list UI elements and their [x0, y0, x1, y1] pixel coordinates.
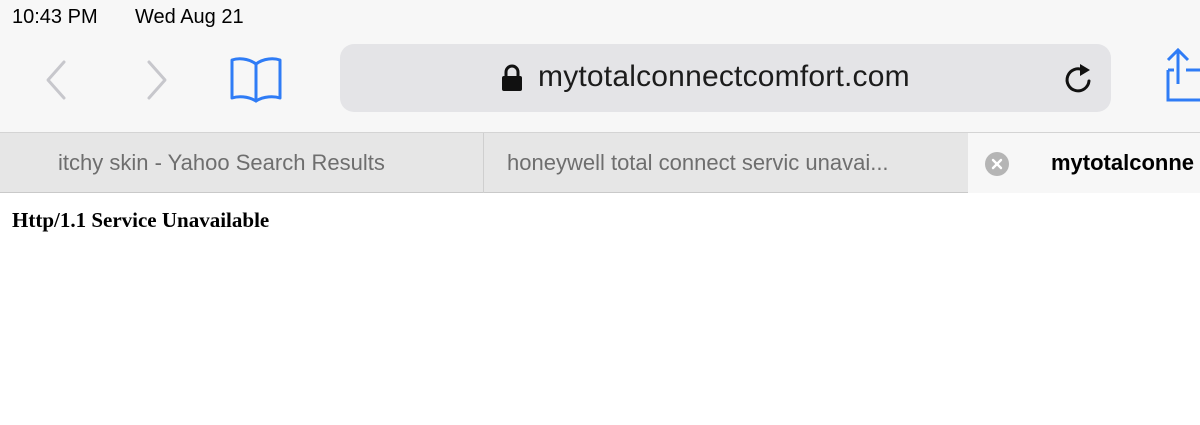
chevron-right-icon [147, 60, 167, 100]
back-button[interactable] [42, 58, 72, 102]
url-text[interactable]: mytotalconnectcomfort.com [538, 60, 910, 94]
tab-mytotalconnectcomfort[interactable]: mytotalconne [968, 133, 1200, 193]
tab-yahoo-search[interactable]: itchy skin - Yahoo Search Results [0, 133, 484, 193]
open-book-icon [230, 57, 282, 103]
page-heading: Http/1.1 Service Unavailable [12, 208, 270, 232]
bookmarks-button[interactable] [228, 54, 284, 104]
status-date: Wed Aug 21 [135, 6, 244, 28]
tab-strip: itchy skin - Yahoo Search Results honeyw… [0, 132, 1200, 193]
tab-label: itchy skin - Yahoo Search Results [58, 150, 385, 175]
tab-honeywell-search[interactable]: honeywell total connect servic unavai... [484, 133, 968, 193]
tab-label: honeywell total connect servic unavai... [507, 150, 889, 175]
tab-label: mytotalconne [1051, 150, 1195, 175]
share-icon [1166, 47, 1200, 102]
close-icon[interactable] [985, 152, 1009, 176]
status-time: 10:43 PM [12, 6, 98, 28]
share-button[interactable] [1164, 46, 1200, 104]
forward-button[interactable] [141, 58, 171, 102]
reload-button[interactable] [1062, 62, 1096, 96]
browser-chrome: 10:43 PM Wed Aug 21 mytotalconnectcomfor… [0, 0, 1200, 132]
web-page-content: Http/1.1 Service Unavailable [0, 194, 1200, 425]
chevron-left-icon [46, 60, 66, 100]
lock-icon [502, 64, 522, 91]
reload-icon [1065, 64, 1091, 93]
